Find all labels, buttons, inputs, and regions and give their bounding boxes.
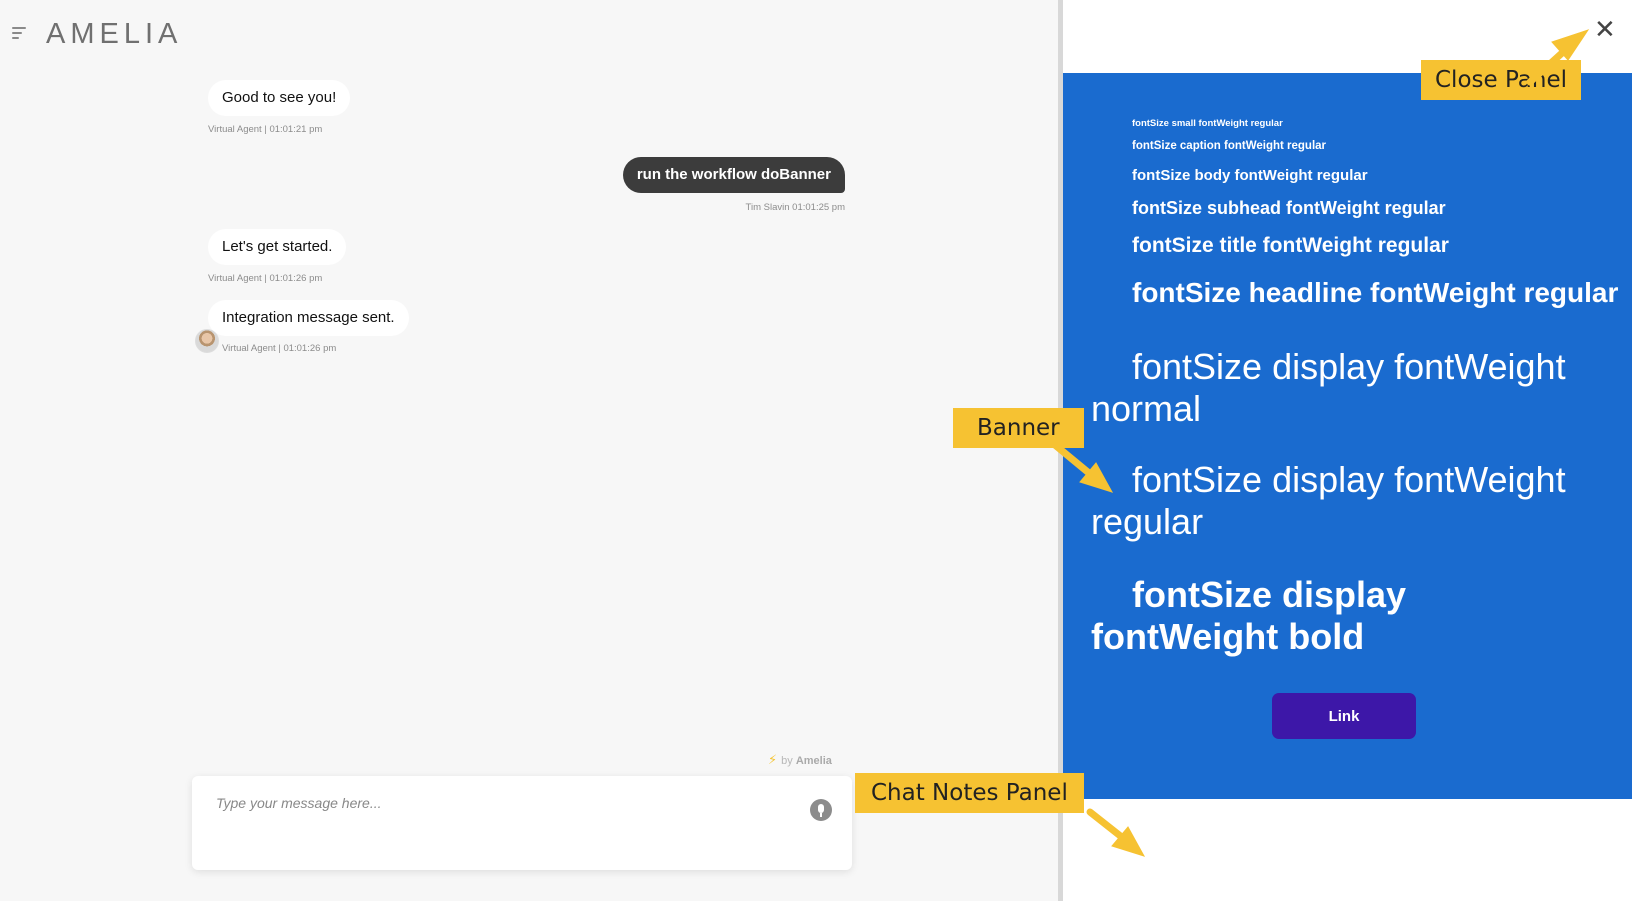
amelia-logo: AMELIA	[46, 18, 183, 50]
banner-line-body: fontSize body fontWeight regular	[1132, 167, 1368, 184]
banner-line-display-normal: fontSize display fontWeight normal	[1091, 346, 1566, 429]
user-message: run the workflow doBanner	[622, 157, 845, 193]
powered-by-prefix: by	[781, 755, 793, 767]
chat-notes-panel-callout: Chat Notes Panel	[855, 773, 1084, 813]
banner-line-display-bold: fontSize display fontWeight bold	[1091, 574, 1407, 657]
close-panel-icon[interactable]: ✕	[1594, 16, 1616, 42]
close-panel-callout: Close Panel	[1421, 60, 1582, 100]
message-composer	[192, 776, 852, 870]
banner: fontSize small fontWeight regular fontSi…	[1063, 73, 1632, 799]
lightning-icon: ⚡	[768, 752, 778, 767]
powered-by: ⚡ by Amelia	[768, 752, 832, 768]
message-meta: Virtual Agent | 01:01:21 pm	[208, 124, 323, 135]
banner-callout: Banner	[953, 408, 1084, 448]
agent-message: Good to see you!	[208, 80, 351, 116]
banner-line-caption: fontSize caption fontWeight regular	[1132, 140, 1327, 152]
agent-avatar	[195, 329, 219, 353]
powered-by-brand: Amelia	[795, 755, 832, 767]
agent-message: Integration message sent.	[208, 300, 409, 336]
message-meta: Virtual Agent | 01:01:26 pm	[208, 273, 323, 284]
hamburger-menu-icon[interactable]	[12, 27, 28, 41]
banner-line-small: fontSize small fontWeight regular	[1132, 118, 1283, 129]
banner-link-button[interactable]: Link	[1272, 693, 1416, 739]
banner-line-headline: fontSize headline fontWeight regular	[1132, 277, 1619, 308]
message-input[interactable]	[214, 794, 778, 812]
banner-line-subhead: fontSize subhead fontWeight regular	[1132, 198, 1446, 218]
message-meta: Tim Slavin 01:01:25 pm	[745, 202, 845, 213]
microphone-icon[interactable]	[810, 799, 832, 821]
chat-area: AMELIA Good to see you! Virtual Agent | …	[0, 0, 1058, 901]
message-meta: Virtual Agent | 01:01:26 pm	[222, 343, 337, 354]
agent-message: Let's get started.	[208, 229, 347, 265]
banner-line-title: fontSize title fontWeight regular	[1132, 234, 1449, 257]
banner-line-display-regular: fontSize display fontWeight regular	[1091, 459, 1566, 542]
